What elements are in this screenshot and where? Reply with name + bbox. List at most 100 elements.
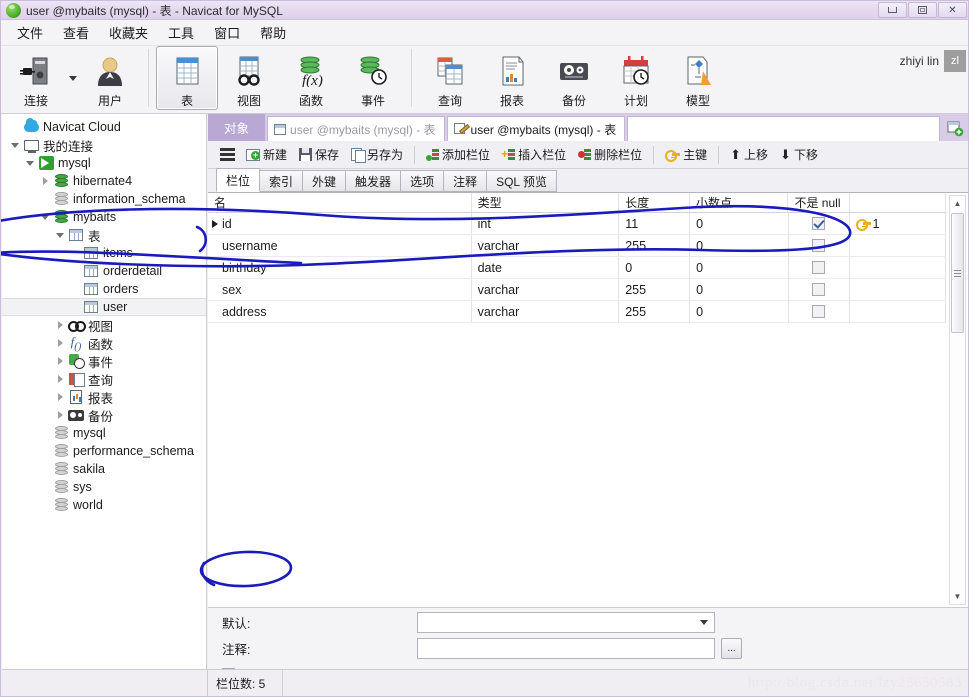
toolbar-schedule-button[interactable]: 计划 (605, 46, 667, 110)
hamburger-menu-icon[interactable] (214, 148, 240, 161)
expander-collapsed-icon[interactable] (38, 174, 52, 188)
grid-header-0[interactable]: 名 (208, 193, 472, 212)
sub-tab-5[interactable]: 注释 (443, 170, 488, 192)
minimize-button[interactable] (878, 2, 907, 18)
cell-field-type[interactable]: date (472, 257, 620, 278)
add-tab-icon[interactable] (942, 116, 968, 141)
avatar[interactable]: zl (944, 50, 966, 72)
maximize-button[interactable] (908, 2, 937, 18)
tab-objects[interactable]: 对象 (208, 114, 266, 141)
save-as-button[interactable]: 另存为 (345, 144, 409, 165)
grid-header-2[interactable]: 长度 (619, 193, 691, 212)
sub-tab-3[interactable]: 触发器 (345, 170, 402, 192)
expander-expanded-icon[interactable] (38, 210, 52, 224)
tree-item-[interactable]: 我的连接 (2, 136, 206, 154)
tree-item-[interactable]: 查询 (2, 370, 206, 388)
expander-expanded-icon[interactable] (53, 228, 67, 242)
expander-collapsed-icon[interactable] (53, 390, 67, 404)
expander-collapsed-icon[interactable] (53, 408, 67, 422)
cell-primary-key[interactable] (850, 279, 946, 300)
move-down-button[interactable]: ⬇ 下移 (774, 144, 824, 165)
comment-ellipsis-button[interactable]: ... (721, 637, 742, 659)
menu-help[interactable]: 帮助 (250, 20, 296, 45)
cell-field-name[interactable]: id (208, 213, 472, 234)
insert-field-button[interactable]: 插入栏位 (496, 144, 572, 165)
table-row[interactable]: address varchar 255 0 (208, 301, 946, 323)
document-tab-1[interactable]: user @mybaits (mysql) - 表 (446, 116, 626, 141)
scroll-up-arrow-icon[interactable]: ▲ (950, 196, 965, 211)
cell-primary-key[interactable]: 1 (850, 213, 946, 234)
not-null-checkbox[interactable] (812, 239, 826, 252)
menu-favorites[interactable]: 收藏夹 (99, 20, 158, 45)
cell-field-decimals[interactable]: 0 (690, 279, 789, 300)
connection-tree-sidebar[interactable]: Navicat Cloud 我的连接 mysql hibernate4 informat… (2, 114, 207, 669)
table-row[interactable]: sex varchar 255 0 (208, 279, 946, 301)
tree-item-[interactable]: 报表 (2, 388, 206, 406)
add-field-button[interactable]: 添加栏位 (420, 144, 496, 165)
cell-not-null[interactable] (789, 213, 850, 234)
toolbar-connection-button[interactable]: 连接 (5, 46, 67, 110)
cell-field-decimals[interactable]: 0 (690, 213, 789, 234)
cell-field-type[interactable]: varchar (472, 279, 620, 300)
tree-item-orderdetail[interactable]: orderdetail (2, 262, 206, 280)
cell-field-length[interactable]: 255 (619, 301, 691, 322)
tree-item-hibernate4[interactable]: hibernate4 (2, 172, 206, 190)
menu-view[interactable]: 查看 (53, 20, 99, 45)
toolbar-user-button[interactable]: 用户 (79, 46, 141, 110)
cell-field-length[interactable]: 255 (619, 279, 691, 300)
grid-header-4[interactable]: 不是 null (788, 193, 850, 212)
grid-header-5[interactable] (850, 193, 946, 212)
document-tab-0[interactable]: user @mybaits (mysql) - 表 (267, 116, 445, 141)
connection-dropdown-arrow[interactable] (67, 46, 79, 110)
cell-field-decimals[interactable]: 0 (690, 257, 789, 278)
cell-field-name[interactable]: address (208, 301, 472, 322)
tree-item-[interactable]: 备份 (2, 406, 206, 424)
tree-item-sys[interactable]: sys (2, 478, 206, 496)
not-null-checkbox[interactable] (812, 217, 826, 230)
table-row[interactable]: username varchar 255 0 (208, 235, 946, 257)
tree-item-mysql[interactable]: mysql (2, 154, 206, 172)
toolbar-event-button[interactable]: 事件 (342, 46, 404, 110)
tree-item-NavicatCloud[interactable]: Navicat Cloud (2, 118, 206, 136)
tree-item-performance_schema[interactable]: performance_schema (2, 442, 206, 460)
sub-tab-0[interactable]: 栏位 (216, 168, 261, 192)
tree-item-sakila[interactable]: sakila (2, 460, 206, 478)
scroll-down-arrow-icon[interactable]: ▼ (950, 589, 965, 604)
expander-expanded-icon[interactable] (23, 156, 37, 170)
toolbar-model-button[interactable]: 模型 (667, 46, 729, 110)
grid-header-1[interactable]: 类型 (472, 193, 620, 212)
sub-tab-4[interactable]: 选项 (400, 170, 445, 192)
scrollbar-thumb[interactable] (951, 213, 964, 333)
cell-not-null[interactable] (789, 235, 850, 256)
sub-tab-6[interactable]: SQL 预览 (486, 170, 557, 192)
cell-primary-key[interactable] (850, 235, 946, 256)
cell-field-name[interactable]: birthday (208, 257, 472, 278)
cell-field-length[interactable]: 255 (619, 235, 691, 256)
default-combo[interactable] (417, 611, 715, 633)
tree-item-items[interactable]: items (2, 244, 206, 262)
cell-field-decimals[interactable]: 0 (690, 301, 789, 322)
toolbar-report-button[interactable]: 报表 (481, 46, 543, 110)
save-button[interactable]: 保存 (293, 144, 345, 165)
tree-item-mybaits[interactable]: mybaits (2, 208, 206, 226)
fields-grid[interactable]: 名类型 长度 小数点 不是 null id int 11 0 1 username varchar… (208, 193, 968, 608)
cell-field-name[interactable]: username (208, 235, 472, 256)
cell-field-name[interactable]: sex (208, 279, 472, 300)
cell-field-length[interactable]: 0 (619, 257, 691, 278)
cell-not-null[interactable] (789, 279, 850, 300)
cell-primary-key[interactable] (850, 301, 946, 322)
new-button[interactable]: 新建 (240, 144, 293, 165)
expander-collapsed-icon[interactable] (53, 336, 67, 350)
grid-vertical-scrollbar[interactable]: ▲ ▼ (949, 195, 966, 605)
tree-item-information_schema[interactable]: information_schema (2, 190, 206, 208)
sub-tab-2[interactable]: 外键 (302, 170, 347, 192)
move-up-button[interactable]: ⬆ 上移 (724, 144, 774, 165)
sub-tab-1[interactable]: 索引 (259, 170, 304, 192)
cell-primary-key[interactable] (850, 257, 946, 278)
expander-collapsed-icon[interactable] (53, 372, 67, 386)
not-null-checkbox[interactable] (812, 305, 826, 318)
close-button[interactable]: ✕ (938, 2, 967, 18)
tree-item-user[interactable]: user (2, 298, 206, 316)
primary-key-button[interactable]: 主键 (659, 144, 713, 165)
cell-not-null[interactable] (789, 257, 850, 278)
